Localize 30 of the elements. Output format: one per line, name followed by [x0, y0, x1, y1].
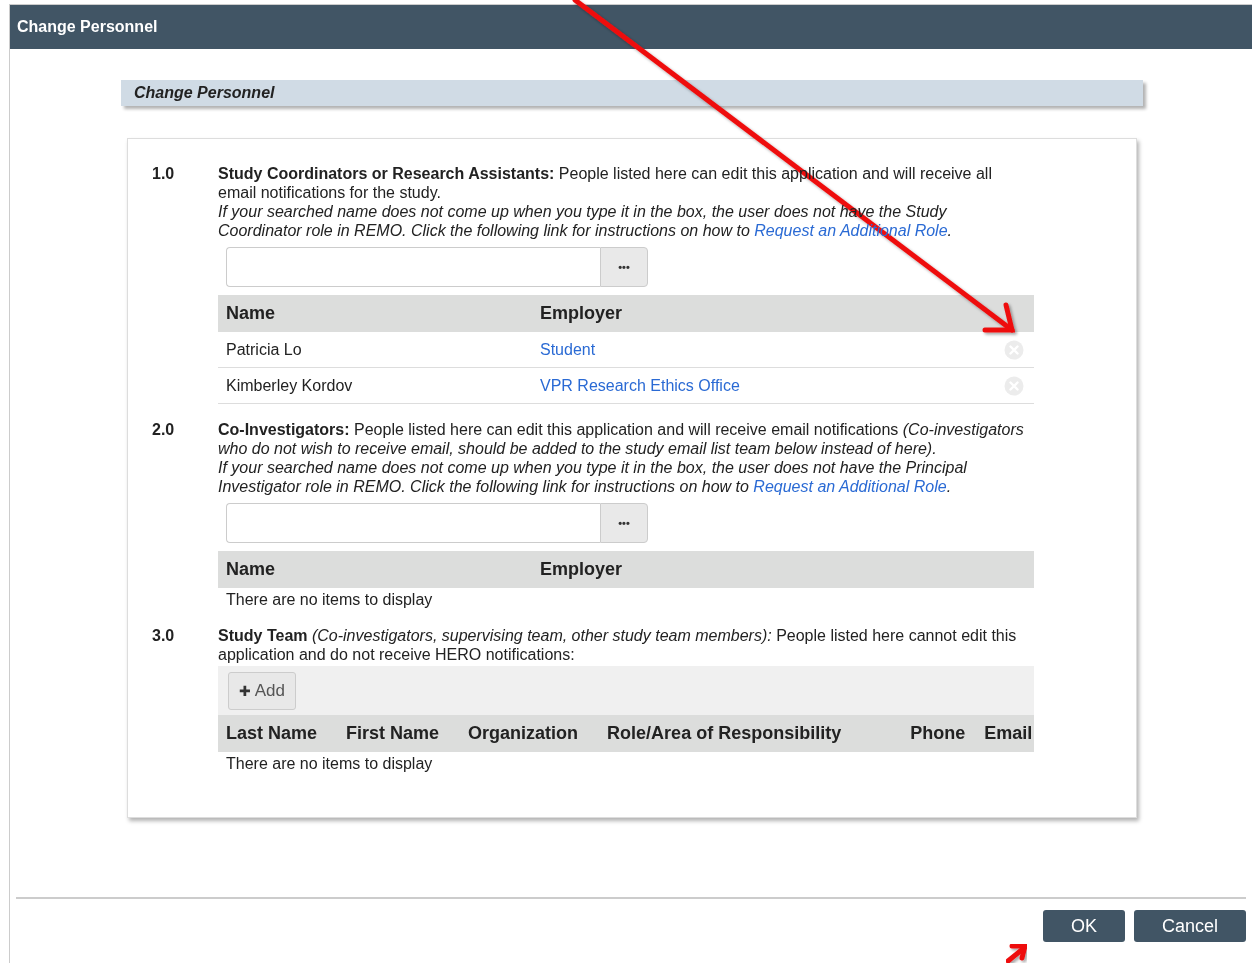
ok-button[interactable]: OK — [1043, 910, 1125, 942]
column-header: Name — [226, 559, 277, 580]
instruction-text: If your searched name does not come up when you type it in the box, the user does not have the Principal Investigator role in REMO. Click the following link for instructions on how to Request an Additional Role. — [218, 458, 968, 496]
column-header: Organization — [468, 723, 579, 744]
add-button[interactable]: ✚ Add — [228, 671, 297, 710]
section-description: Co-Investigators: People listed here can edit this application and will receive email notifications (Co-investigators who do not wish to receive email, should be added to the study email list team below instead of here). — [218, 420, 1025, 458]
lookup-button[interactable]: ••• — [600, 503, 648, 543]
section-number: 3.0 — [152, 626, 176, 646]
lookup-button[interactable]: ••• — [600, 247, 648, 287]
section-description: Study Team (Co-investigators, supervising team, other study team members): People listed here cannot edit this application and do not receive HERO notifications: — [218, 626, 1018, 664]
column-header: Role/Area of Responsibility — [607, 723, 842, 744]
column-header: Employer — [540, 559, 623, 580]
column-header: Last Name — [226, 723, 318, 744]
employer-link[interactable]: Student — [540, 340, 994, 359]
empty-message: There are no items to display — [225, 590, 434, 610]
column-header: Employer — [540, 303, 623, 324]
table-cell-text: Kimberley Kordov — [226, 376, 354, 395]
employer-link[interactable]: VPR Research Ethics Office — [540, 376, 994, 395]
section-number: 1.0 — [152, 164, 176, 184]
cancel-button[interactable]: Cancel — [1134, 910, 1246, 942]
table-cell-text: Patricia Lo — [226, 340, 303, 359]
panel-title: Change Personnel — [134, 84, 275, 102]
section-number: 2.0 — [152, 420, 176, 440]
column-header: Phone — [910, 723, 966, 744]
column-header: Name — [226, 303, 277, 324]
empty-message: There are no items to display — [225, 754, 434, 774]
request-role-link[interactable]: Request an Additional Role — [753, 478, 947, 495]
column-header: Email — [984, 723, 1033, 744]
column-header: First Name — [346, 723, 440, 744]
window-title: Change Personnel — [17, 18, 158, 36]
